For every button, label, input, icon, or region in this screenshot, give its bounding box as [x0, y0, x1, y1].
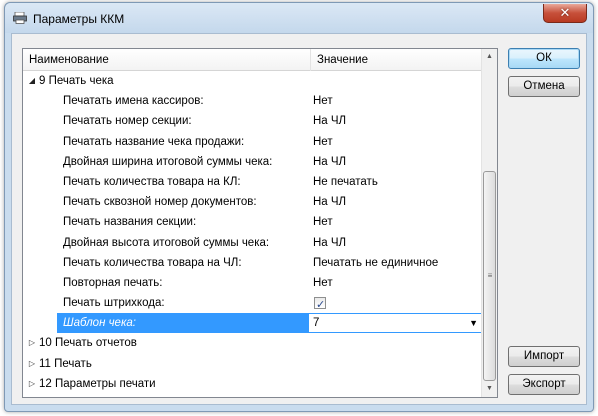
triangle-right-icon[interactable]: ▷ [27, 354, 37, 374]
property-row[interactable]: Печатать название чека продажи: Нет [23, 132, 483, 152]
property-row-selected[interactable]: Шаблон чека: 7 ▼ [23, 313, 483, 334]
property-value[interactable]: Нет [311, 273, 333, 293]
property-name: Печать количества товара на ЧЛ: [63, 256, 242, 269]
property-value[interactable]: Не печатать [311, 172, 378, 192]
export-button[interactable]: Экспорт [508, 374, 580, 395]
property-name: Печатать имена кассиров: [63, 95, 204, 108]
property-value[interactable]: Печатать не единичное [311, 253, 438, 273]
grid-rows: ◢ 9 Печать чека Печатать имена кассиров:… [23, 71, 483, 394]
property-row[interactable]: Двойная ширина итоговой суммы чека: На Ч… [23, 152, 483, 172]
property-name: Печатать номер секции: [63, 115, 192, 128]
close-button[interactable] [543, 4, 587, 23]
dialog-window: Параметры ККМ Наименование Значение ◢ 9 … [4, 2, 594, 412]
group-row-collapsed[interactable]: ▷ 10 Печать отчетов [23, 333, 483, 353]
property-name: Печать сквозной номер документов: [63, 196, 257, 209]
property-name: Шаблон чека: [57, 313, 311, 334]
group-label: 11 Печать [39, 357, 92, 370]
group-row-expanded[interactable]: ◢ 9 Печать чека [23, 71, 483, 91]
property-name: Двойная высота итоговой суммы чека: [63, 236, 270, 249]
dialog-client-area: Наименование Значение ◢ 9 Печать чека Пе… [11, 33, 587, 405]
group-label: 10 Печать отчетов [39, 337, 137, 350]
barcode-checkbox[interactable]: ✓ [314, 297, 326, 311]
property-row[interactable]: Печать количества товара на ЧЛ: Печатать… [23, 253, 483, 273]
property-name: Печать количества товара на КЛ: [63, 175, 241, 188]
printer-icon [13, 12, 27, 24]
property-value[interactable]: На ЧЛ [311, 111, 346, 131]
property-value[interactable]: На ЧЛ [311, 152, 346, 172]
property-row-checkbox[interactable]: Печать штрихкода: ✓ [23, 293, 483, 313]
property-name: Двойная ширина итоговой суммы чека: [63, 155, 273, 168]
window-title: Параметры ККМ [33, 12, 125, 26]
grid-header: Наименование Значение [23, 49, 483, 71]
property-value[interactable]: Нет [311, 132, 333, 152]
cancel-button[interactable]: Отмена [508, 76, 580, 97]
triangle-right-icon[interactable]: ▷ [27, 374, 37, 394]
property-value[interactable]: На ЧЛ [311, 192, 346, 212]
property-value[interactable]: На ЧЛ [311, 233, 346, 253]
ok-button[interactable]: ОК [508, 48, 580, 69]
property-name: Печать штрихкода: [63, 297, 165, 310]
group-row-collapsed[interactable]: ▷ 12 Параметры печати [23, 374, 483, 394]
title-bar[interactable]: Параметры ККМ [5, 3, 593, 33]
property-row[interactable]: Печатать номер секции: На ЧЛ [23, 111, 483, 131]
vertical-scrollbar[interactable]: ▲ ≡ ▼ [481, 49, 497, 397]
scrollbar-thumb[interactable]: ≡ [483, 171, 496, 381]
property-grid: Наименование Значение ◢ 9 Печать чека Пе… [22, 48, 498, 398]
property-row[interactable]: Печатать имена кассиров: Нет [23, 91, 483, 111]
column-header-value[interactable]: Значение [311, 49, 483, 71]
property-name: Печать названия секции: [63, 216, 197, 229]
grip-icon: ≡ [487, 271, 493, 280]
column-header-name[interactable]: Наименование [23, 49, 311, 71]
checkmark-icon: ✓ [316, 299, 326, 312]
group-label: 12 Параметры печати [39, 377, 156, 390]
property-value[interactable]: Нет [311, 212, 333, 232]
group-label: 9 Печать чека [39, 75, 114, 87]
property-row[interactable]: Печать количества товара на КЛ: Не печат… [23, 172, 483, 192]
property-value[interactable]: Нет [311, 91, 333, 111]
property-row[interactable]: Печать названия секции: Нет [23, 212, 483, 232]
scroll-down-icon[interactable]: ▼ [482, 381, 497, 397]
import-button[interactable]: Импорт [508, 346, 580, 367]
property-row[interactable]: Двойная высота итоговой суммы чека: На Ч… [23, 233, 483, 253]
property-name: Печатать название чека продажи: [63, 135, 245, 148]
triangle-down-icon[interactable]: ◢ [27, 71, 37, 91]
property-row[interactable]: Повторная печать: Нет [23, 273, 483, 293]
group-row-collapsed[interactable]: ▷ 11 Печать [23, 354, 483, 374]
scroll-up-icon[interactable]: ▲ [482, 49, 497, 65]
property-name: Повторная печать: [63, 276, 163, 289]
chevron-down-icon[interactable]: ▼ [469, 314, 478, 332]
triangle-right-icon[interactable]: ▷ [27, 333, 37, 353]
template-dropdown[interactable]: 7 ▼ [308, 313, 483, 334]
property-row[interactable]: Печать сквозной номер документов: На ЧЛ [23, 192, 483, 212]
dropdown-value: 7 [313, 317, 320, 330]
